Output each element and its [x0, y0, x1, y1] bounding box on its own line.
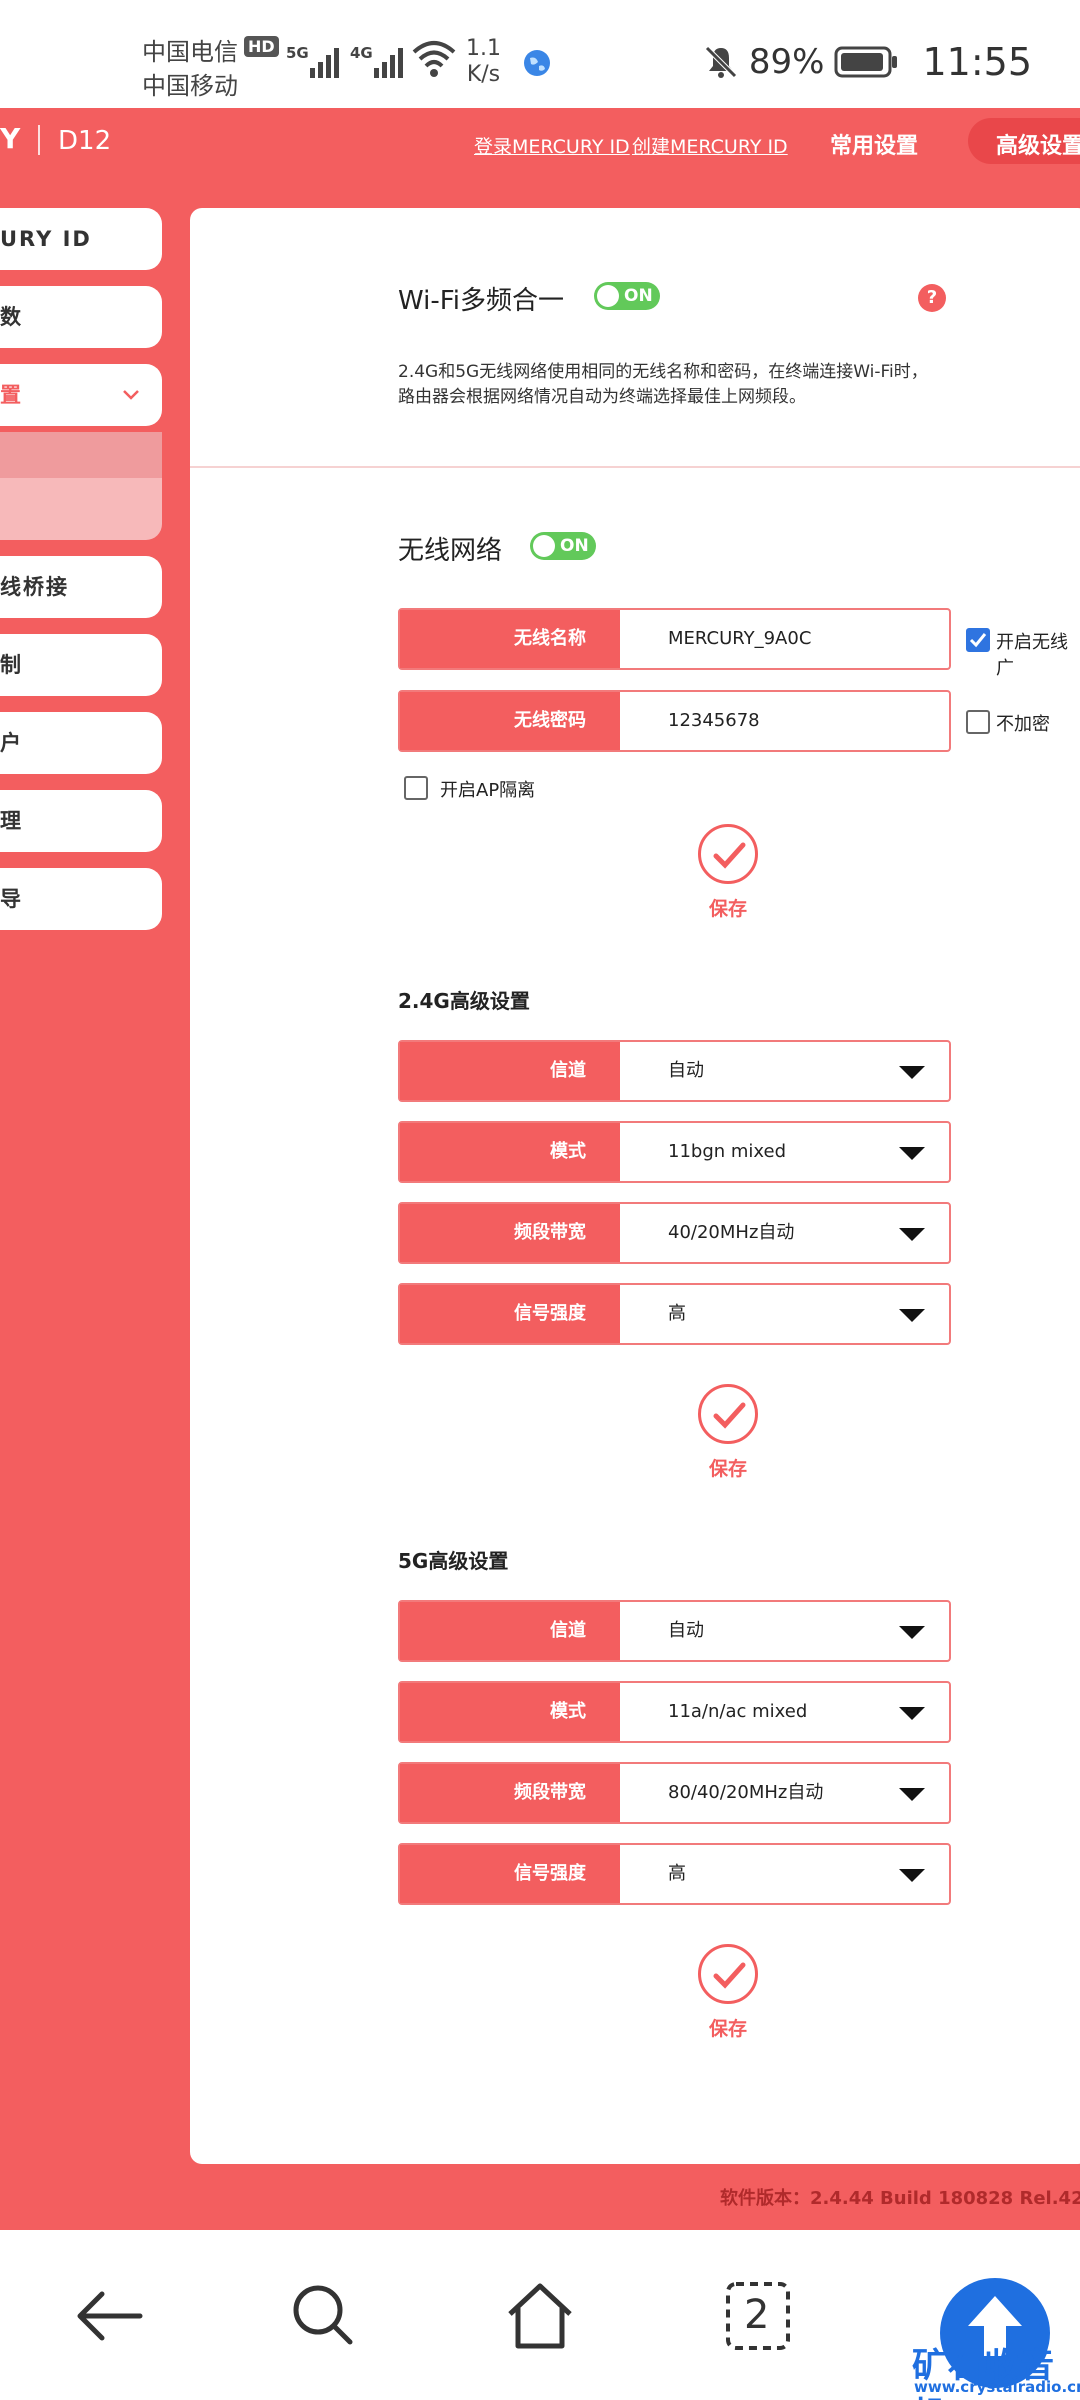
sidebar-item-bridge[interactable]: 线桥接: [0, 556, 162, 618]
no-encrypt-label: 不加密: [996, 714, 1050, 735]
tab-count: 2: [744, 2292, 770, 2338]
check-icon: [713, 1962, 746, 1989]
sidebar-item-params[interactable]: 数: [0, 286, 162, 348]
no-encrypt-checkbox[interactable]: [966, 710, 990, 734]
check-icon: [713, 842, 746, 869]
status-bar: 中国电信 中国移动 HD 5G 4G 1.1 K/s 89% 11:55: [0, 0, 1080, 108]
wifi-icon: [412, 41, 456, 77]
adv5-bandwidth-select[interactable]: 频段带宽 80/40/20MHz自动: [398, 1762, 951, 1824]
home-icon[interactable]: [502, 2278, 578, 2354]
password-input[interactable]: 12345678: [668, 692, 760, 750]
adv5-mode-select[interactable]: 模式 11a/n/ac mixed: [398, 1681, 951, 1743]
tab-common-settings[interactable]: 常用设置: [830, 128, 918, 160]
sidebar-item-settings[interactable]: 置: [0, 364, 162, 426]
check-icon: [713, 1402, 746, 1429]
ap-isolation-label: 开启AP隔离: [440, 780, 536, 801]
section-divider: [190, 466, 1080, 468]
battery-percent: 89%: [748, 42, 825, 82]
adv24-bandwidth-select[interactable]: 频段带宽 40/20MHz自动: [398, 1202, 951, 1264]
battery-icon: [834, 46, 898, 78]
ssid-broadcast-label: 开启无线广: [996, 632, 1068, 679]
clock: 11:55: [922, 40, 1032, 84]
ssid-input[interactable]: MERCURY_9A0C: [668, 610, 811, 668]
hd-badge: HD: [244, 36, 279, 57]
adv24-mode-select[interactable]: 模式 11bgn mixed: [398, 1121, 951, 1183]
adv5-save-button[interactable]: 保存: [668, 1944, 788, 2041]
tab-advanced-settings[interactable]: 高级设置: [968, 118, 1080, 164]
globe-icon: [524, 50, 550, 76]
status-right: 89% 11:55: [703, 40, 1032, 84]
carrier-2: 中国移动: [142, 72, 238, 100]
brand-logo: Y: [0, 122, 58, 155]
ssid-label: 无线名称: [400, 610, 620, 668]
wireless-title: 无线网络: [398, 536, 503, 566]
wifi-merge-toggle[interactable]: ON: [594, 282, 660, 310]
help-icon[interactable]: ?: [918, 284, 946, 312]
dropdown-arrow-icon: [899, 1869, 925, 1882]
chevron-down-icon: [123, 390, 139, 400]
sidebar-item-mercury-id[interactable]: URY ID: [0, 208, 162, 270]
dropdown-arrow-icon: [899, 1147, 925, 1160]
adv5-channel-select[interactable]: 信道 自动: [398, 1600, 951, 1662]
sidebar-item-control[interactable]: 制: [0, 634, 162, 696]
dropdown-arrow-icon: [899, 1626, 925, 1639]
adv24-title: 2.4G高级设置: [398, 989, 530, 1013]
wifi-merge-title: Wi-Fi多频合一: [398, 286, 565, 316]
login-mercury-id-link[interactable]: 登录MERCURY ID: [474, 132, 630, 159]
password-field[interactable]: 无线密码 12345678: [398, 690, 951, 752]
password-label: 无线密码: [400, 692, 620, 750]
dropdown-arrow-icon: [899, 1228, 925, 1241]
sidebar-item-guide[interactable]: 导: [0, 868, 162, 930]
sidebar-submenu: [0, 432, 162, 540]
sidebar-item-users[interactable]: 户: [0, 712, 162, 774]
adv5-power-select[interactable]: 信号强度 高: [398, 1843, 951, 1905]
search-icon[interactable]: [286, 2278, 362, 2354]
create-mercury-id-link[interactable]: 创建MERCURY ID: [632, 132, 788, 159]
software-version: 软件版本：2.4.44 Build 180828 Rel.42514n: [720, 2188, 1080, 2209]
watermark-url: www.crystalradio.cn: [914, 2378, 1080, 2396]
wifi-merge-description: 2.4G和5G无线网络使用相同的无线名称和密码，在终端连接Wi-Fi时，路由器会…: [398, 362, 928, 407]
dropdown-arrow-icon: [899, 1707, 925, 1720]
carrier-1: 中国电信: [142, 38, 238, 66]
adv24-power-select[interactable]: 信号强度 高: [398, 1283, 951, 1345]
mute-icon: [705, 46, 737, 78]
net-speed: 1.1 K/s: [466, 36, 501, 88]
dropdown-arrow-icon: [899, 1309, 925, 1322]
sidebar-item-manage[interactable]: 理: [0, 790, 162, 852]
dropdown-arrow-icon: [899, 1066, 925, 1079]
ssid-field[interactable]: 无线名称 MERCURY_9A0C: [398, 608, 951, 670]
wireless-toggle[interactable]: ON: [530, 532, 596, 560]
dropdown-arrow-icon: [899, 1788, 925, 1801]
sidebar-subitem-active[interactable]: [0, 432, 162, 478]
back-icon[interactable]: [72, 2278, 148, 2354]
router-model: D12: [58, 126, 112, 156]
adv5-title: 5G高级设置: [398, 1549, 509, 1573]
adv24-save-button[interactable]: 保存: [668, 1384, 788, 1481]
adv24-channel-select[interactable]: 信道 自动: [398, 1040, 951, 1102]
save-button[interactable]: 保存: [668, 824, 788, 921]
tabs-button[interactable]: 2: [720, 2278, 796, 2354]
ssid-broadcast-checkbox[interactable]: [966, 628, 990, 652]
ap-isolation-checkbox[interactable]: [404, 776, 428, 800]
